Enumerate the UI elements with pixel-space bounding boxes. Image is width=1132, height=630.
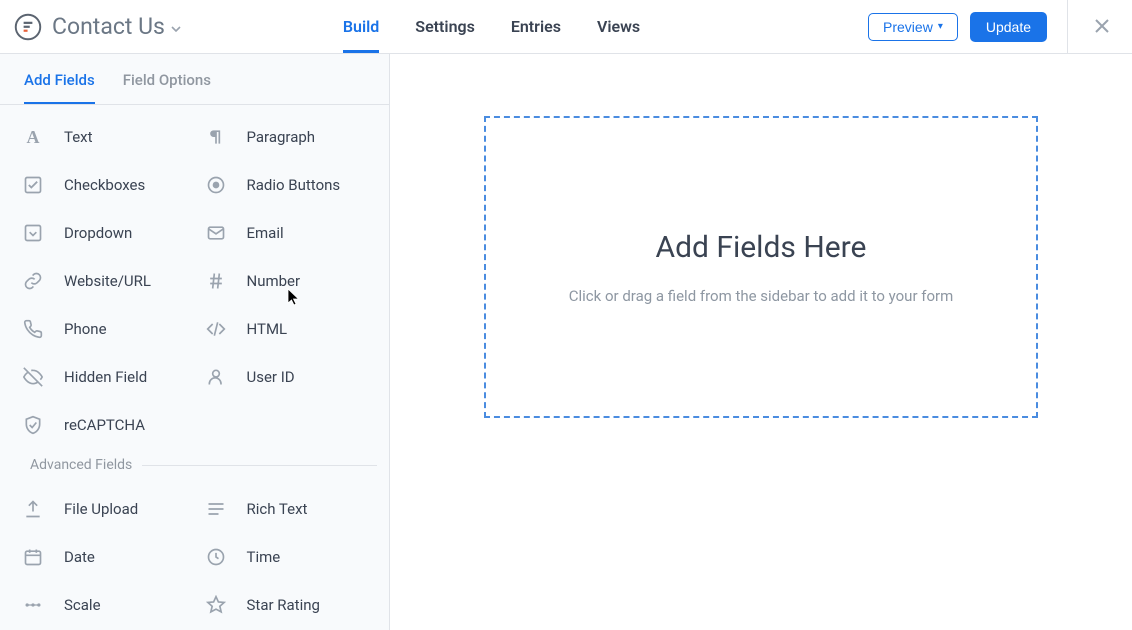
basic-fields-grid: A Text Paragraph Checkboxes Radio Buttons Dro…	[0, 105, 389, 461]
field-time[interactable]: Time	[195, 533, 378, 581]
body: Add Fields Field Options A Text Paragraph C…	[0, 54, 1132, 630]
field-scale[interactable]: Scale	[12, 581, 195, 629]
field-label: HTML	[247, 320, 288, 338]
field-html[interactable]: HTML	[195, 305, 378, 353]
field-label: Dropdown	[64, 224, 132, 242]
field-email[interactable]: Email	[195, 209, 378, 257]
nav-build[interactable]: Build	[343, 0, 379, 53]
caret-down-icon: ▾	[938, 21, 943, 32]
field-label: Website/URL	[64, 272, 151, 290]
text-a-icon: A	[22, 126, 44, 148]
field-label: Scale	[64, 596, 101, 614]
update-button[interactable]: Update	[970, 12, 1047, 42]
eye-off-icon	[22, 366, 44, 388]
field-paragraph[interactable]: Paragraph	[195, 113, 378, 161]
field-label: Star Rating	[247, 596, 320, 614]
tab-add-fields[interactable]: Add Fields	[24, 54, 95, 104]
code-icon	[205, 318, 227, 340]
divider	[1067, 0, 1068, 54]
shield-icon	[22, 414, 44, 436]
field-label: Number	[247, 272, 301, 290]
field-label: Phone	[64, 320, 107, 338]
field-label: Radio Buttons	[247, 176, 341, 194]
tab-field-options[interactable]: Field Options	[123, 54, 211, 104]
user-icon	[205, 366, 227, 388]
field-recaptcha[interactable]: reCAPTCHA	[12, 401, 195, 449]
star-icon	[205, 594, 227, 616]
field-hidden-field[interactable]: Hidden Field	[12, 353, 195, 401]
field-label: reCAPTCHA	[64, 416, 145, 434]
field-star-rating[interactable]: Star Rating	[195, 581, 378, 629]
nav-settings[interactable]: Settings	[415, 0, 475, 53]
field-user-id[interactable]: User ID	[195, 353, 378, 401]
advanced-divider: Advanced Fields	[0, 457, 389, 477]
app-logo	[12, 11, 44, 43]
canvas: Add Fields Here Click or drag a field fr…	[390, 54, 1132, 630]
radio-icon	[205, 174, 227, 196]
field-label: Date	[64, 548, 95, 566]
main-nav: Build Settings Entries Views	[343, 0, 640, 53]
email-icon	[205, 222, 227, 244]
field-label: File Upload	[64, 500, 138, 518]
phone-icon	[22, 318, 44, 340]
header-actions: Preview ▾ Update	[868, 0, 1116, 54]
field-label: Email	[247, 224, 284, 242]
field-label: User ID	[247, 368, 295, 386]
field-number[interactable]: Number	[195, 257, 378, 305]
field-label: Time	[247, 548, 281, 566]
field-file-upload[interactable]: File Upload	[12, 485, 195, 533]
advanced-label: Advanced Fields	[30, 457, 132, 473]
richtext-icon	[205, 498, 227, 520]
field-website-url[interactable]: Website/URL	[12, 257, 195, 305]
dropzone[interactable]: Add Fields Here Click or drag a field fr…	[484, 116, 1038, 418]
upload-icon	[22, 498, 44, 520]
hash-icon	[205, 270, 227, 292]
time-icon	[205, 546, 227, 568]
advanced-fields-grid: File Upload Rich Text Date Time Scale Star Ra…	[0, 477, 389, 630]
nav-views[interactable]: Views	[597, 0, 640, 53]
date-icon	[22, 546, 44, 568]
field-label: Text	[64, 128, 93, 146]
close-button[interactable]	[1088, 9, 1116, 45]
divider-line	[142, 465, 377, 466]
field-checkboxes[interactable]: Checkboxes	[12, 161, 195, 209]
field-radio-buttons[interactable]: Radio Buttons	[195, 161, 378, 209]
field-rich-text[interactable]: Rich Text	[195, 485, 378, 533]
preview-button[interactable]: Preview ▾	[868, 13, 958, 41]
field-label: Paragraph	[247, 128, 316, 146]
checkbox-icon	[22, 174, 44, 196]
caret-down-icon	[171, 17, 181, 36]
form-title: Contact Us	[52, 13, 165, 40]
dropzone-title: Add Fields Here	[656, 230, 867, 265]
field-label: Checkboxes	[64, 176, 145, 194]
field-date[interactable]: Date	[12, 533, 195, 581]
field-phone[interactable]: Phone	[12, 305, 195, 353]
scale-icon	[22, 594, 44, 616]
preview-label: Preview	[883, 19, 933, 35]
field-dropdown[interactable]: Dropdown	[12, 209, 195, 257]
paragraph-icon	[205, 126, 227, 148]
form-title-dropdown[interactable]: Contact Us	[52, 13, 181, 40]
dropzone-subtitle: Click or drag a field from the sidebar t…	[569, 287, 954, 305]
nav-entries[interactable]: Entries	[511, 0, 561, 53]
sidebar: Add Fields Field Options A Text Paragraph C…	[0, 54, 390, 630]
field-label: Rich Text	[247, 500, 308, 518]
field-text[interactable]: A Text	[12, 113, 195, 161]
sidebar-tabs: Add Fields Field Options	[0, 54, 389, 105]
field-label: Hidden Field	[64, 368, 147, 386]
dropdown-icon	[22, 222, 44, 244]
header: Contact Us Build Settings Entries Views …	[0, 0, 1132, 54]
link-icon	[22, 270, 44, 292]
